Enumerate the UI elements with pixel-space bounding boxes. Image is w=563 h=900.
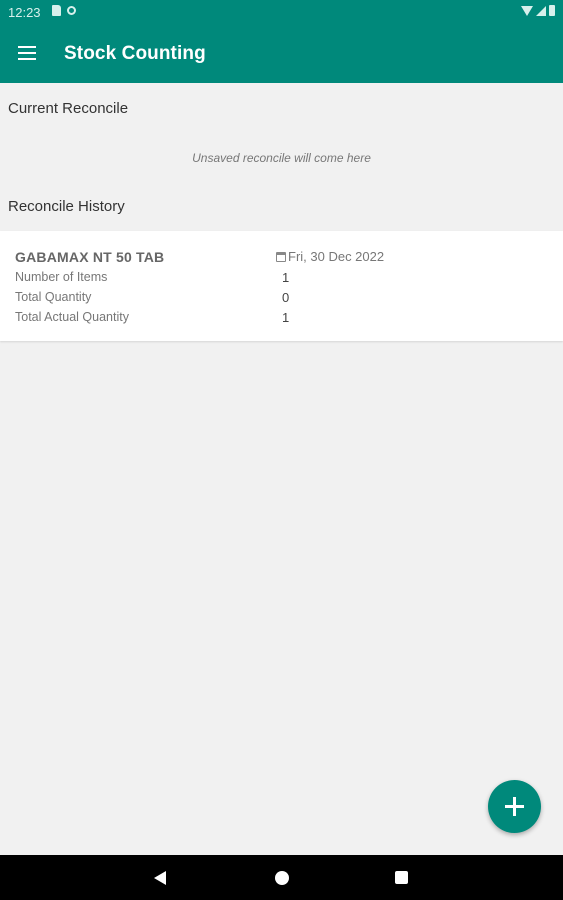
status-left-icons	[52, 5, 76, 16]
back-icon[interactable]	[154, 871, 166, 885]
wifi-icon	[521, 5, 533, 16]
total-actual-quantity-label: Total Actual Quantity	[15, 310, 129, 324]
recents-icon[interactable]	[395, 871, 408, 884]
total-quantity-value: 0	[282, 290, 290, 305]
total-quantity-label: Total Quantity	[15, 290, 92, 304]
hamburger-menu-icon[interactable]	[18, 46, 36, 60]
current-reconcile-empty-message: Unsaved reconcile will come here	[192, 151, 371, 165]
navigation-bar	[0, 855, 563, 900]
reconcile-history-heading: Reconcile History	[8, 198, 125, 215]
total-actual-quantity-value: 1	[282, 310, 290, 325]
number-of-items-label: Number of Items	[15, 270, 108, 284]
number-of-items-value: 1	[282, 270, 290, 285]
app-bar: Stock Counting	[0, 24, 563, 83]
card-date: Fri, 30 Dec 2022	[276, 249, 384, 264]
battery-icon	[549, 5, 555, 16]
card-title: GABAMAX NT 50 TAB	[15, 249, 165, 265]
home-icon[interactable]	[275, 871, 289, 885]
sync-icon	[67, 6, 76, 15]
calendar-icon	[276, 251, 286, 262]
signal-icon	[536, 5, 546, 16]
status-time: 12:23	[8, 5, 41, 20]
reconcile-history-card[interactable]: GABAMAX NT 50 TAB Fri, 30 Dec 2022 Numbe…	[0, 231, 563, 341]
card-date-text: Fri, 30 Dec 2022	[288, 249, 385, 264]
page-title: Stock Counting	[64, 43, 206, 64]
status-bar: 12:23	[0, 0, 563, 24]
status-right-icons	[521, 5, 555, 16]
sim-card-icon	[52, 5, 61, 16]
add-reconcile-button[interactable]	[488, 780, 541, 833]
current-reconcile-heading: Current Reconcile	[8, 100, 129, 117]
